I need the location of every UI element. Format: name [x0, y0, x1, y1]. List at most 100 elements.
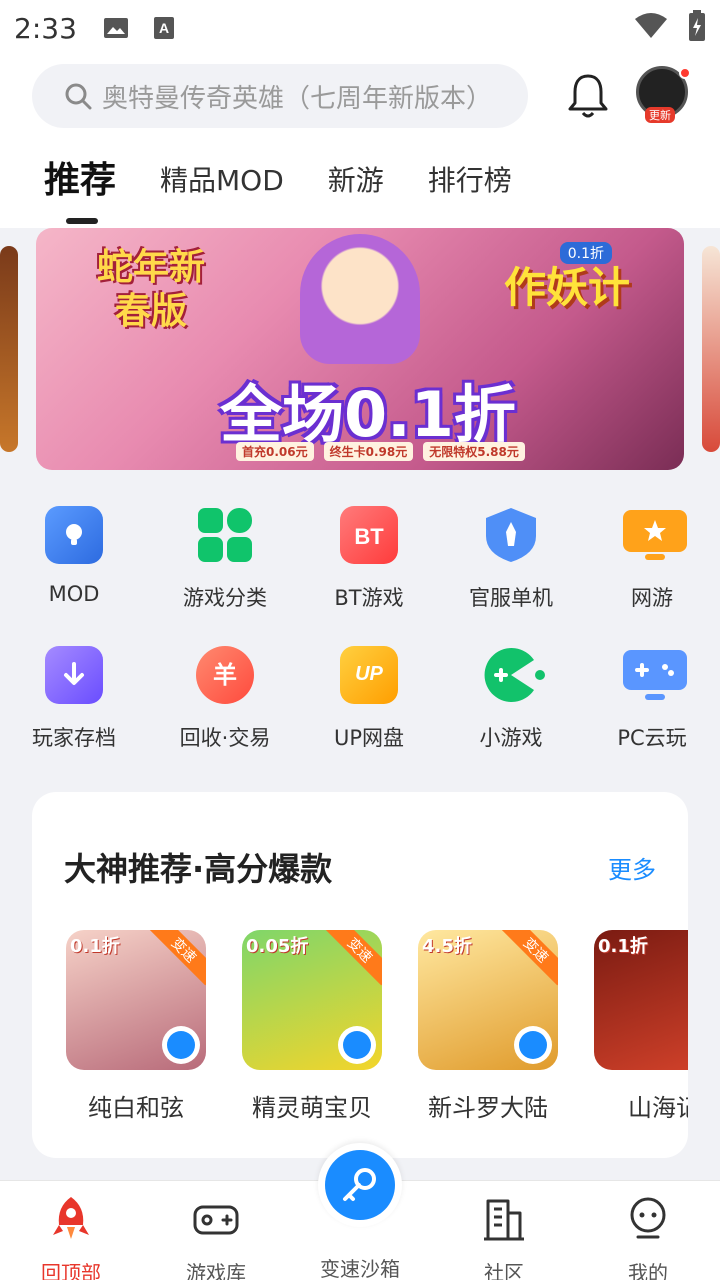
svg-text:羊: 羊	[213, 661, 237, 689]
shortcut-label: 网游	[631, 586, 673, 610]
shortcut-label: 官服单机	[469, 586, 553, 610]
nav-me[interactable]: 我的	[593, 1195, 703, 1280]
banner-headline: 全场0.1折	[220, 378, 516, 451]
bt-icon: BT	[340, 506, 398, 564]
cloud-disk-icon: UP	[340, 646, 398, 704]
banner-offer: 首充0.06元	[236, 442, 314, 461]
nav-back-to-top[interactable]: 回顶部	[16, 1195, 126, 1280]
shortcut-label: 小游戏	[479, 726, 543, 750]
star-screen-icon	[623, 506, 687, 564]
speed-tag: 变速	[324, 930, 382, 986]
speed-sandbox-button[interactable]	[318, 1143, 402, 1227]
unread-dot	[679, 67, 691, 79]
font-notification-icon: A	[153, 17, 174, 39]
banner-game-logo: 作妖计	[503, 263, 630, 312]
shortcut-player-saves[interactable]: 玩家存档	[14, 646, 134, 752]
banner-next-peek[interactable]	[702, 246, 720, 452]
game-name: 新斗罗大陆	[428, 1094, 548, 1122]
search-bar[interactable]: 奥特曼传奇英雄（七周年新版本）	[32, 64, 528, 128]
game-card[interactable]: 4.5折 变速 新斗罗大陆	[418, 930, 558, 1123]
mod-icon	[45, 506, 103, 564]
shortcut-official-single[interactable]: 官服单机	[451, 506, 571, 612]
tab-rankings[interactable]: 排行榜	[428, 156, 512, 206]
speed-tag: 变速	[500, 930, 558, 986]
shortcut-mod[interactable]: MOD	[14, 506, 134, 606]
discount-label: 0.1折	[70, 936, 120, 957]
bottom-nav: 回顶部 游戏库 变速沙箱 社区 我的	[0, 1143, 720, 1280]
category-tabs: 推荐 精品MOD 新游 排行榜	[44, 156, 556, 224]
shortcut-recycle-trade[interactable]: 羊 回收·交易	[165, 646, 285, 752]
nav-label: 回顶部	[41, 1261, 101, 1280]
notification-bell-icon[interactable]	[566, 72, 610, 120]
shortcut-bt-games[interactable]: BT BT游戏	[309, 506, 429, 612]
game-card[interactable]: 0.1折 变速 纯白和弦	[66, 930, 206, 1123]
pacman-icon	[482, 646, 545, 704]
speed-key-icon	[162, 1026, 200, 1064]
user-avatar[interactable]: 更新	[636, 66, 691, 123]
shortcut-up-disk[interactable]: UP UP网盘	[309, 646, 429, 752]
discount-label: 0.05折	[246, 936, 309, 957]
shortcut-label: 玩家存档	[32, 726, 116, 750]
section-title: 大神推荐·高分爆款	[64, 850, 333, 888]
gamepad-monitor-icon	[623, 646, 687, 704]
game-card[interactable]: 0.05折 变速 精灵萌宝贝	[242, 930, 382, 1123]
banner-tag: 蛇年新春版	[96, 247, 205, 332]
more-link[interactable]: 更多	[608, 850, 656, 885]
nav-label: 变速沙箱	[320, 1257, 400, 1280]
game-card[interactable]: 0.1折 山海记	[594, 930, 688, 1123]
banner-carousel[interactable]: 蛇年新春版 0.1折 作妖计 全场0.1折 首充0.06元 终生卡0.98元 无…	[0, 228, 720, 470]
shortcut-label: 回收·交易	[179, 726, 271, 750]
game-name: 纯白和弦	[88, 1094, 184, 1122]
banner-offer: 无限特权5.88元	[423, 442, 525, 461]
tab-recommend[interactable]: 推荐	[44, 156, 116, 224]
status-time: 2:33	[14, 11, 77, 45]
discount-label: 4.5折	[422, 936, 472, 957]
update-badge: 更新	[645, 107, 675, 123]
banner-offer: 终生卡0.98元	[323, 442, 414, 461]
game-thumbnail: 0.05折 变速	[242, 930, 382, 1070]
game-name: 山海记	[628, 1094, 688, 1122]
building-icon	[484, 1199, 524, 1241]
tab-premium-mod[interactable]: 精品MOD	[160, 156, 284, 206]
shortcut-label: PC云玩	[617, 726, 687, 750]
shortcut-label: 游戏分类	[183, 586, 267, 610]
game-thumbnail: 0.1折	[594, 930, 688, 1070]
search-icon	[65, 83, 92, 110]
speed-tag: 变速	[148, 930, 206, 986]
category-icon	[196, 506, 254, 564]
speed-key-icon	[338, 1026, 376, 1064]
header: 奥特曼传奇英雄（七周年新版本） 更新 推荐 精品MOD 新游 排行榜	[0, 56, 720, 228]
profile-icon	[630, 1197, 666, 1239]
game-thumbnail: 4.5折 变速	[418, 930, 558, 1070]
svg-text:A: A	[159, 20, 169, 36]
game-name: 精灵萌宝贝	[252, 1094, 372, 1122]
shortcut-pc-cloud[interactable]: PC云玩	[592, 646, 712, 752]
shortcut-label: BT游戏	[334, 586, 404, 610]
svg-text:BT: BT	[354, 524, 384, 549]
save-icon	[45, 646, 103, 704]
banner-prev-peek[interactable]	[0, 246, 18, 452]
shield-icon	[482, 506, 540, 564]
nav-label: 游戏库	[186, 1261, 246, 1280]
trade-icon: 羊	[196, 646, 254, 704]
recommend-section: 大神推荐·高分爆款 更多 0.1折 变速 纯白和弦 0.05折 变速 精灵萌宝贝…	[32, 792, 688, 1158]
shortcut-mini-games[interactable]: 小游戏	[451, 646, 571, 752]
banner-slide[interactable]: 蛇年新春版 0.1折 作妖计 全场0.1折 首充0.06元 终生卡0.98元 无…	[36, 228, 684, 470]
game-thumbnail: 0.1折 变速	[66, 930, 206, 1070]
shortcut-online-games[interactable]: 网游	[592, 506, 712, 612]
discount-label: 0.1折	[598, 936, 648, 957]
search-placeholder: 奥特曼传奇英雄（七周年新版本）	[102, 83, 493, 114]
svg-text:UP: UP	[355, 663, 383, 685]
shortcut-label: MOD	[48, 582, 100, 606]
nav-community[interactable]: 社区	[449, 1195, 559, 1280]
tab-new-games[interactable]: 新游	[328, 156, 384, 206]
nav-label: 我的	[628, 1261, 668, 1280]
rocket-icon	[53, 1197, 89, 1239]
nav-label: 社区	[484, 1261, 524, 1280]
speed-key-icon	[514, 1026, 552, 1064]
key-icon	[343, 1168, 376, 1201]
status-bar: 2:33 A	[0, 0, 720, 56]
shortcut-game-category[interactable]: 游戏分类	[165, 506, 285, 612]
nav-game-library[interactable]: 游戏库	[161, 1195, 271, 1280]
wifi-icon	[635, 13, 667, 38]
